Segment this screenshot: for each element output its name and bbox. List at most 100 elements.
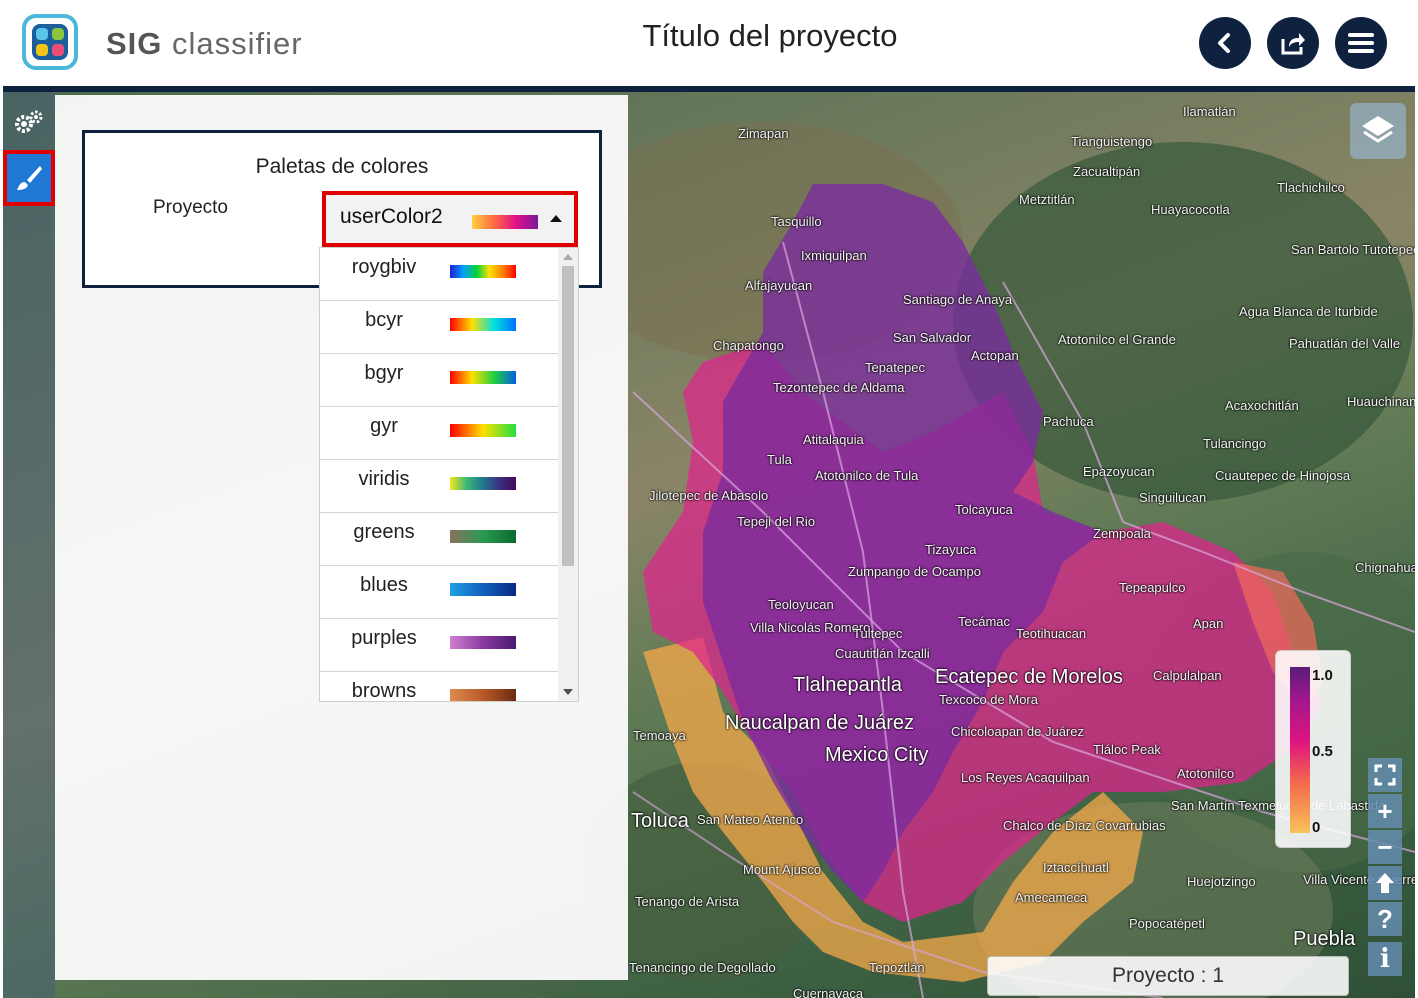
caret-up-icon	[550, 215, 562, 222]
legend-min: 0	[1312, 819, 1321, 836]
layers-button[interactable]	[1350, 103, 1406, 159]
palette-dropdown[interactable]: roygbiv bcyr bgyr gyr viridis greens blues purp…	[319, 247, 579, 702]
map-label-san-mateo: San Mateo Atenco	[697, 812, 804, 827]
map-label-texcoco: Texcoco de Mora	[939, 692, 1038, 707]
gears-icon	[15, 110, 43, 133]
paintbrush-icon	[17, 166, 42, 190]
palette-option-viridis[interactable]: viridis	[320, 460, 558, 513]
map-label-zempoala: Zempoala	[1093, 526, 1151, 541]
scroll-up-icon[interactable]	[563, 254, 573, 260]
help-button[interactable]: ?	[1368, 902, 1402, 936]
map-label-huauchinango: Huauchinango	[1347, 394, 1415, 409]
palette-option-label: viridis	[358, 468, 410, 490]
info-icon: i	[1380, 944, 1390, 974]
map-label-atotonilco: Atotonilco	[1177, 766, 1235, 781]
map-label-acaxochitlan: Acaxochitlán	[1225, 398, 1299, 413]
legend-gradient	[1290, 667, 1310, 833]
map-label-los-reyes: Los Reyes Acaquilpan	[961, 770, 1090, 785]
palette-option-gyr[interactable]: gyr	[320, 407, 558, 460]
map-label-singuilucan: Singuilucan	[1139, 490, 1207, 505]
map-label-cuernavaca: Cuernavaca	[793, 986, 864, 998]
palette-option-bgyr[interactable]: bgyr	[320, 354, 558, 407]
palette-swatch	[450, 530, 516, 543]
minus-icon: −	[1377, 831, 1393, 862]
map-label-pachuca: Pachuca	[1043, 414, 1094, 429]
map-label-apan: Apan	[1193, 616, 1224, 631]
map-label-tlaloc: Tláloc Peak	[1093, 742, 1161, 757]
map-label-huejotzingo: Huejotzingo	[1187, 874, 1256, 889]
map-label-zacualtipan: Zacualtipán	[1073, 164, 1141, 179]
share-icon	[1281, 33, 1305, 55]
map-label-chicoloapan: Chicoloapan de Juárez	[951, 724, 1084, 739]
project-label: Proyecto	[153, 197, 228, 218]
share-button[interactable]	[1267, 17, 1319, 69]
map-label-tepoztlan: Tepoztlán	[869, 960, 925, 975]
palette-option-purples[interactable]: purples	[320, 619, 558, 672]
header-divider	[3, 86, 1415, 92]
map-label-temoaya: Temoaya	[633, 728, 686, 743]
map-label-puebla: Puebla	[1293, 928, 1356, 950]
app-header: SIG classifier Título del proyecto	[0, 0, 1418, 88]
info-button[interactable]: i	[1368, 942, 1402, 976]
map-label-alfajayucan: Alfajayucan	[745, 278, 813, 293]
palette-option-greens[interactable]: greens	[320, 513, 558, 566]
back-button[interactable]	[1199, 17, 1251, 69]
palette-option-label: browns	[351, 680, 417, 702]
zoom-in-button[interactable]: +	[1368, 794, 1402, 828]
palette-option-roygbiv[interactable]: roygbiv	[320, 248, 558, 301]
map-label-tolcayuca: Tolcayuca	[955, 502, 1013, 517]
palette-option-blues[interactable]: blues	[320, 566, 558, 619]
map-label-toluca: Toluca	[631, 810, 689, 832]
chevron-left-icon	[1218, 33, 1230, 53]
fullscreen-button[interactable]	[1368, 758, 1402, 792]
palette-swatch	[450, 689, 516, 701]
map-label-tula: Tula	[767, 452, 792, 467]
palette-option-browns[interactable]: browns	[320, 672, 558, 702]
palette-option-label: blues	[360, 574, 408, 596]
app-name-rest: classifier	[172, 26, 303, 61]
map-label-cuautitlan: Cuautitlán Izcalli	[835, 646, 930, 661]
map-label-agua-blanca: Agua Blanca de Iturbide	[1239, 304, 1378, 319]
palette-button[interactable]	[3, 150, 55, 206]
map-label-atitalaquia: Atitalaquia	[803, 432, 864, 447]
map-label-teotihuacan: Teotihuacan	[1016, 626, 1087, 641]
map-label-calpulalpan: Calpulalpan	[1153, 668, 1222, 683]
map-label-amecameca: Amecameca	[1015, 890, 1088, 905]
palette-swatch	[450, 477, 516, 490]
map-label-iztaccihuatl: Iztaccíhuatl	[1043, 860, 1109, 875]
status-bar: Proyecto : 1	[987, 956, 1349, 996]
layers-icon	[1362, 116, 1394, 143]
map-label-epazoyucan: Epazoyucan	[1083, 464, 1155, 479]
palette-swatch	[450, 424, 516, 437]
map-label-tezontepec: Tezontepec de Aldama	[773, 380, 905, 395]
map-label-mexico-city: Mexico City	[825, 744, 929, 766]
scroll-down-icon[interactable]	[563, 689, 573, 695]
scroll-thumb[interactable]	[562, 266, 574, 566]
question-icon: ?	[1377, 903, 1393, 934]
zoom-out-button[interactable]: −	[1368, 830, 1402, 864]
reset-north-button[interactable]	[1368, 866, 1402, 900]
legend-max: 1.0	[1312, 667, 1333, 684]
palette-option-label: greens	[353, 521, 415, 543]
map-label-teoloyucan: Teoloyucan	[768, 597, 834, 612]
map-label-popocatepetl: Popocatépetl	[1129, 916, 1205, 931]
map-label-pahuatlan: Pahuatlán del Valle	[1289, 336, 1401, 351]
map-label-tultepec: Tultepec	[853, 626, 903, 641]
map-legend: 1.0 0.5 0	[1275, 650, 1351, 848]
selected-palette-swatch	[472, 215, 538, 229]
menu-button[interactable]	[1335, 17, 1387, 69]
palette-select[interactable]: userColor2	[322, 191, 578, 247]
dropdown-scrollbar[interactable]	[558, 248, 578, 701]
fullscreen-icon	[1374, 764, 1396, 786]
palette-option-label: roygbiv	[351, 256, 417, 278]
map-label-zimapan: Zimapan	[738, 126, 789, 141]
palette-option-bcyr[interactable]: bcyr	[320, 301, 558, 354]
map-label-chapatongo: Chapatongo	[713, 338, 784, 353]
left-toolbar	[3, 92, 55, 998]
map-label-tasquillo: Tasquillo	[771, 214, 822, 229]
palette-option-label: bcyr	[365, 309, 403, 331]
settings-button[interactable]	[9, 102, 49, 142]
map-label-metztitlan: Metztitlán	[1019, 192, 1075, 207]
page-title: Título del proyecto	[642, 18, 898, 53]
map-label-tizayuca: Tizayuca	[925, 542, 977, 557]
